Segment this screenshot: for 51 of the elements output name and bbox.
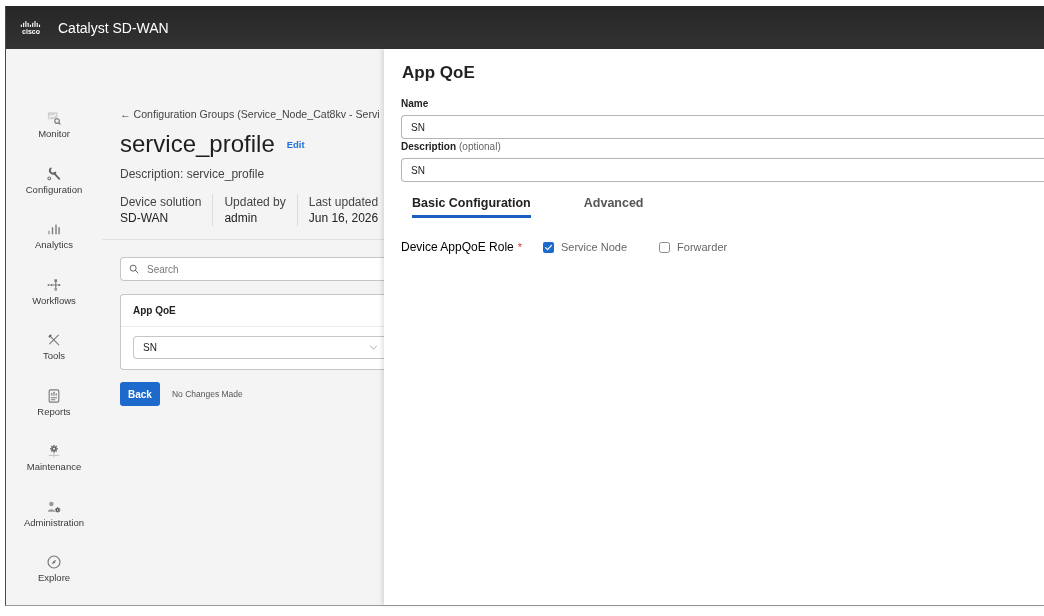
- report-icon: [47, 388, 61, 403]
- meta-value: SD-WAN: [120, 210, 170, 226]
- checkbox-label[interactable]: Service Node: [561, 241, 628, 253]
- checkbox[interactable]: [659, 241, 671, 253]
- wrench-icon: [47, 166, 61, 181]
- nav-item[interactable]: Maintenance: [23, 437, 85, 493]
- meta-label: Last updated: [308, 194, 379, 210]
- bars-logo-icon: [20, 20, 42, 27]
- breadcrumb-link[interactable]: ← Configuration Groups (Service_Node_Cat8kv - Servi: [120, 107, 380, 121]
- gear-icon: [47, 444, 61, 458]
- nav-item[interactable]: Administration: [20, 492, 88, 548]
- nav-item[interactable]: Tools: [39, 326, 69, 382]
- nav-item[interactable]: Configuration: [22, 159, 86, 215]
- tab[interactable]: Basic Configuration: [412, 191, 531, 218]
- nav-item[interactable]: Reports: [34, 381, 74, 437]
- nav-item[interactable]: Explore: [34, 548, 74, 604]
- required-mark: *: [517, 241, 522, 253]
- product-name: Catalyst SD-WAN: [58, 19, 169, 36]
- meta-value: Jun 16, 2026: [308, 210, 379, 226]
- bar-chart-icon: [47, 222, 61, 236]
- select-field[interactable]: SN: [133, 336, 384, 359]
- text-input[interactable]: SN: [401, 115, 1044, 139]
- user-gear-icon: [47, 499, 61, 514]
- search-field[interactable]: Search: [120, 257, 384, 281]
- description-text: Description: service_profile: [120, 167, 266, 181]
- nav-item[interactable]: Monitor: [35, 104, 73, 160]
- checkbox[interactable]: [543, 241, 554, 253]
- chevron-down-icon: [369, 345, 378, 350]
- field-label: Device AppQoE Role: [401, 240, 514, 254]
- text-input[interactable]: SN: [401, 158, 1044, 182]
- panel-title: App QoE: [402, 62, 476, 84]
- flow-diagram-icon: [47, 277, 61, 292]
- meta-label: Device solution: [120, 194, 202, 210]
- field-label: Name: [401, 98, 429, 110]
- tab[interactable]: Advanced: [583, 191, 644, 218]
- search-icon: [129, 264, 139, 274]
- field-label: Description: [401, 141, 456, 153]
- back-button[interactable]: Back: [120, 382, 160, 406]
- nav-item[interactable]: Analytics: [32, 215, 76, 271]
- meta-value: admin: [224, 210, 259, 226]
- chart-magnifier-icon: [47, 111, 61, 125]
- checkbox-label[interactable]: Forwarder: [677, 241, 728, 253]
- status-text: No Changes Made: [171, 389, 243, 399]
- edit-link[interactable]: Edit: [286, 138, 305, 150]
- page-title: service_profile: [120, 131, 275, 157]
- meta-label: Updated by: [224, 194, 286, 210]
- compass-icon: [47, 555, 61, 569]
- card-title: App QoE: [133, 305, 176, 316]
- nav-item[interactable]: Workflows: [29, 270, 79, 326]
- crossed-tools-icon: [47, 333, 61, 347]
- field-hint: (optional): [459, 141, 501, 153]
